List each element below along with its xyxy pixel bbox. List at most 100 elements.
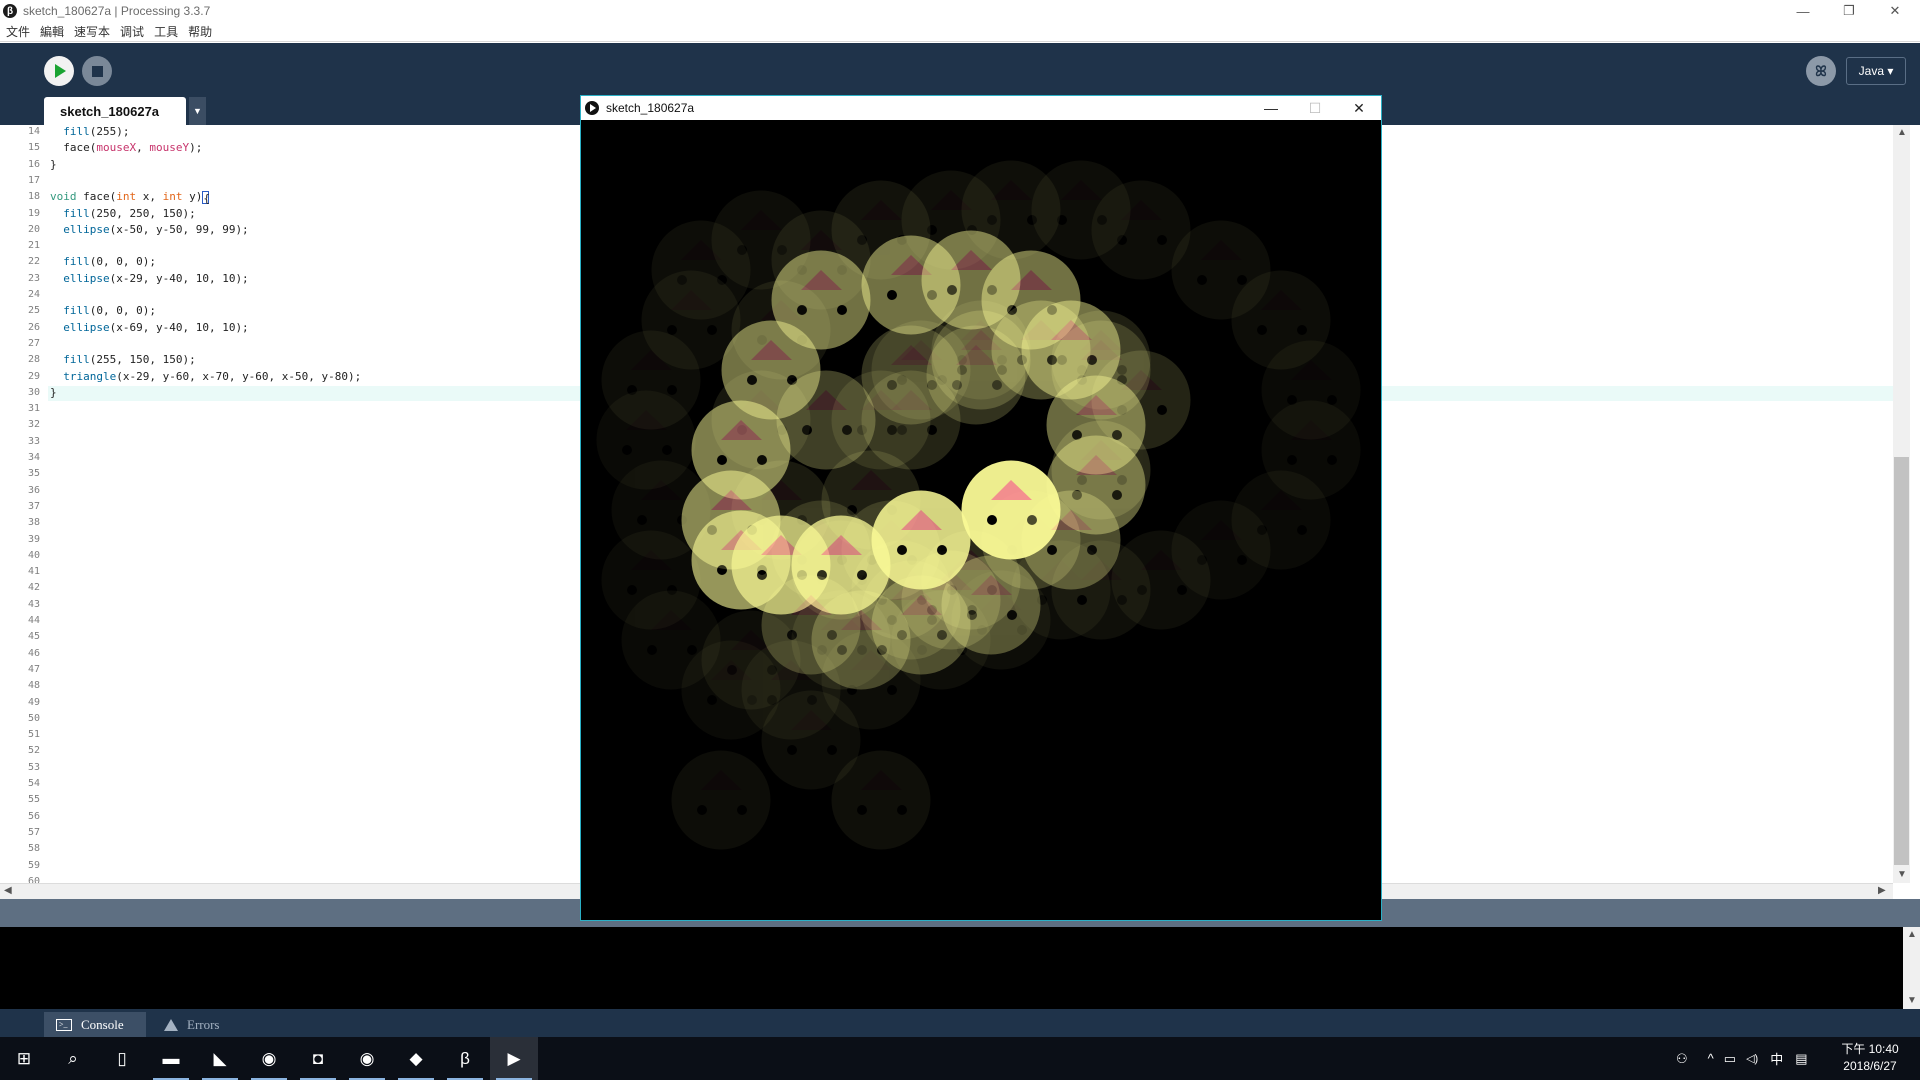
tab-errors[interactable]: Errors <box>152 1012 242 1037</box>
face-head <box>671 750 771 850</box>
debugger-toggle-button[interactable]: ꕤ <box>1806 56 1836 86</box>
face-eye <box>877 645 887 655</box>
run-button[interactable] <box>44 56 74 86</box>
face-head <box>926 325 1026 425</box>
tab-console[interactable]: >_ Console <box>44 1012 146 1037</box>
visual-studio-icon[interactable]: ◣ <box>196 1037 244 1080</box>
clock-time: 下午 10:40 <box>1841 1042 1899 1056</box>
windows-taskbar: ⊞ ⌕ ▯ ▬ ◣ ◉ ◘ ◉ ◆ β ▶ ⚇ ^ ▭ ◁) 中 ▤ 下午 10:40 2018/6… <box>0 1037 1920 1080</box>
console-scroll-up-icon[interactable]: ▲ <box>1907 929 1917 940</box>
code-line[interactable]: face(mouseX, mouseY); <box>50 141 202 154</box>
start-icon[interactable]: ⊞ <box>0 1037 48 1080</box>
face-eye <box>627 585 637 595</box>
line-number: 53 <box>27 761 40 773</box>
line-number: 22 <box>27 256 40 268</box>
console-output[interactable] <box>0 927 1920 1009</box>
face-eye <box>667 325 677 335</box>
face-eye <box>1047 545 1057 555</box>
file-explorer-icon[interactable]: ▬ <box>147 1037 195 1080</box>
line-number: 30 <box>27 386 40 398</box>
code-line[interactable]: fill(255, 150, 150); <box>50 353 195 366</box>
console-scroll-down-icon[interactable]: ▼ <box>1907 995 1917 1006</box>
code-line[interactable]: ellipse(x-50, y-50, 99, 99); <box>50 223 248 236</box>
close-button[interactable]: ✕ <box>1872 0 1918 22</box>
tray-chevron-icon[interactable]: ^ <box>1708 1051 1714 1066</box>
face-eye <box>1297 525 1307 535</box>
code-line[interactable]: } <box>50 386 57 399</box>
tab-sketch[interactable]: sketch_180627a <box>44 97 186 125</box>
editor-scroll-thumb[interactable] <box>1894 457 1909 865</box>
line-number: 34 <box>27 452 40 463</box>
face-eye <box>622 445 632 455</box>
code-line[interactable]: } <box>50 158 57 171</box>
tab-menu-button[interactable]: ▼ <box>189 97 206 125</box>
discord-icon[interactable]: ◘ <box>294 1037 342 1080</box>
sketch-window-icon[interactable]: ▶ <box>490 1037 538 1080</box>
scroll-down-icon[interactable]: ▼ <box>1897 869 1907 880</box>
stop-icon <box>91 65 103 77</box>
mode-selector[interactable]: Java ▾ <box>1846 57 1906 85</box>
window-title: sketch_180627a | Processing 3.3.7 <box>23 4 211 18</box>
face-eye <box>1287 395 1297 405</box>
line-number: 16 <box>27 158 40 170</box>
menu-edit[interactable]: 編輯 <box>40 23 64 40</box>
scroll-up-icon[interactable]: ▲ <box>1897 127 1907 138</box>
menu-debug[interactable]: 调试 <box>120 23 144 40</box>
clock[interactable]: 下午 10:40 2018/6/27 <box>1832 1041 1908 1075</box>
face-eye <box>737 245 747 255</box>
code-line[interactable]: void face(int x, int y){ <box>50 190 210 205</box>
face-eye <box>887 425 897 435</box>
ime-indicator[interactable]: 中 <box>1770 1049 1783 1068</box>
console-icon: >_ <box>56 1018 72 1031</box>
restore-button[interactable]: ❐ <box>1826 0 1872 22</box>
sketch-maximize-button[interactable]: ☐ <box>1293 96 1337 120</box>
code-line[interactable]: fill(255); <box>50 125 129 138</box>
console-scrollbar[interactable]: ▲ ▼ <box>1903 927 1920 1009</box>
menu-sketch[interactable]: 速写本 <box>74 23 110 40</box>
sketch-output-window[interactable]: sketch_180627a — ☐ ✕ <box>580 95 1382 921</box>
notepad-icon[interactable]: ◆ <box>392 1037 440 1080</box>
face-eye <box>1237 275 1247 285</box>
menu-tools[interactable]: 工具 <box>154 23 178 40</box>
warning-icon <box>164 1018 178 1031</box>
line-number: 31 <box>27 403 40 415</box>
line-number: 46 <box>27 647 40 659</box>
chrome-2-icon[interactable]: ◉ <box>343 1037 391 1080</box>
face-eye <box>747 375 757 385</box>
code-line[interactable]: triangle(x-29, y-60, x-70, y-60, x-50, y… <box>50 370 361 383</box>
sketch-close-button[interactable]: ✕ <box>1337 96 1381 120</box>
line-number: 40 <box>27 549 40 561</box>
sketch-canvas[interactable] <box>581 120 1381 920</box>
line-number: 44 <box>27 615 40 626</box>
face <box>761 575 861 675</box>
menu-help[interactable]: 帮助 <box>188 23 212 40</box>
action-center-icon[interactable]: ▤ <box>1795 1051 1807 1067</box>
processing-icon[interactable]: β <box>441 1037 489 1080</box>
code-line[interactable]: ellipse(x-69, y-40, 10, 10); <box>50 321 248 334</box>
volume-icon[interactable]: ◁) <box>1746 1052 1758 1065</box>
stop-button[interactable] <box>82 56 112 86</box>
face-eye <box>802 425 812 435</box>
search-icon[interactable]: ⌕ <box>49 1037 97 1080</box>
line-number: 48 <box>27 680 40 692</box>
minimize-button[interactable]: — <box>1780 0 1826 22</box>
chrome-icon[interactable]: ◉ <box>245 1037 293 1080</box>
line-number: 32 <box>27 419 40 431</box>
code-line[interactable]: fill(250, 250, 150); <box>50 207 195 220</box>
face-eye <box>1177 585 1187 595</box>
code-line[interactable]: fill(0, 0, 0); <box>50 255 156 268</box>
task-view-icon[interactable]: ▯ <box>98 1037 146 1080</box>
line-number: 41 <box>27 566 40 578</box>
sketch-minimize-button[interactable]: — <box>1249 96 1293 120</box>
people-icon[interactable]: ⚇ <box>1676 1051 1688 1067</box>
tab-console-label: Console <box>81 1016 124 1032</box>
code-line[interactable]: ellipse(x-29, y-40, 10, 10); <box>50 272 248 285</box>
menu-file[interactable]: 文件 <box>6 23 30 40</box>
network-icon[interactable]: ▭ <box>1724 1051 1736 1067</box>
scroll-right-icon[interactable]: ▶ <box>1878 885 1886 896</box>
face-eye <box>827 630 837 640</box>
scroll-left-icon[interactable]: ◀ <box>4 885 12 896</box>
sketch-window-title-bar[interactable]: sketch_180627a — ☐ ✕ <box>581 96 1381 120</box>
face-eye <box>887 685 897 695</box>
code-line[interactable]: fill(0, 0, 0); <box>50 304 156 317</box>
